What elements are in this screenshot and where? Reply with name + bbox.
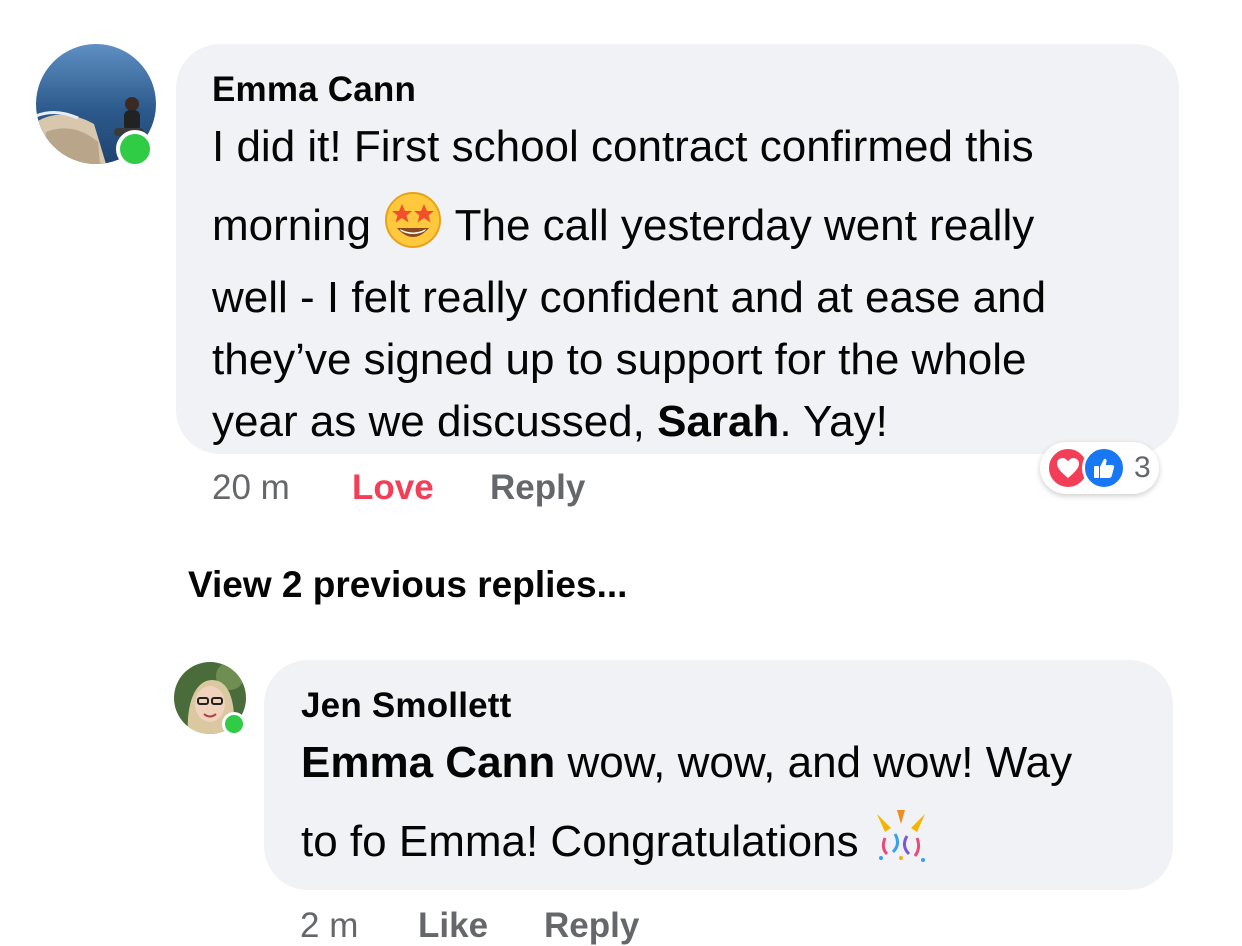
- reply-author-name[interactable]: Jen Smollett: [301, 686, 512, 726]
- comment-text-line: well - I felt really confident and at ea…: [212, 273, 1047, 322]
- reply-text-line: Emma Cann wow, wow, and wow! Way: [301, 738, 1073, 787]
- like-button[interactable]: Like: [418, 906, 488, 946]
- like-reaction-icon: [1082, 446, 1126, 490]
- comment-text-line: I did it! First school contract confirme…: [212, 122, 1034, 171]
- comment-text-line: year as we discussed, Sarah. Yay!: [212, 397, 888, 446]
- reply-button[interactable]: Reply: [544, 906, 639, 946]
- comment-text: I did it! First school contract confirme…: [212, 116, 1162, 453]
- reply-timestamp[interactable]: 2 m: [300, 906, 358, 946]
- comment-text-line: morning The call yesterday went really: [212, 190, 1162, 267]
- mention-sarah[interactable]: Sarah: [657, 397, 779, 446]
- mention-emma-cann[interactable]: Emma Cann: [301, 738, 555, 787]
- comment-author-name[interactable]: Emma Cann: [212, 70, 416, 110]
- comment-timestamp[interactable]: 20 m: [212, 468, 290, 508]
- online-status-indicator: [116, 130, 154, 168]
- online-status-indicator: [222, 712, 246, 736]
- party-popper-emoji: [871, 808, 931, 881]
- view-previous-replies-link[interactable]: View 2 previous replies...: [188, 564, 627, 606]
- love-button[interactable]: Love: [352, 468, 434, 508]
- star-struck-emoji: [383, 190, 443, 267]
- reply-text-line: to fo Emma! Congratulations: [301, 808, 1161, 881]
- comment-text-line: they’ve signed up to support for the who…: [212, 335, 1027, 384]
- reaction-count: 3: [1134, 451, 1151, 484]
- reply-text: Emma Cann wow, wow, and wow! Way to fo E…: [301, 732, 1161, 881]
- reactions-summary[interactable]: 3: [1040, 442, 1159, 494]
- reply-button[interactable]: Reply: [490, 468, 585, 508]
